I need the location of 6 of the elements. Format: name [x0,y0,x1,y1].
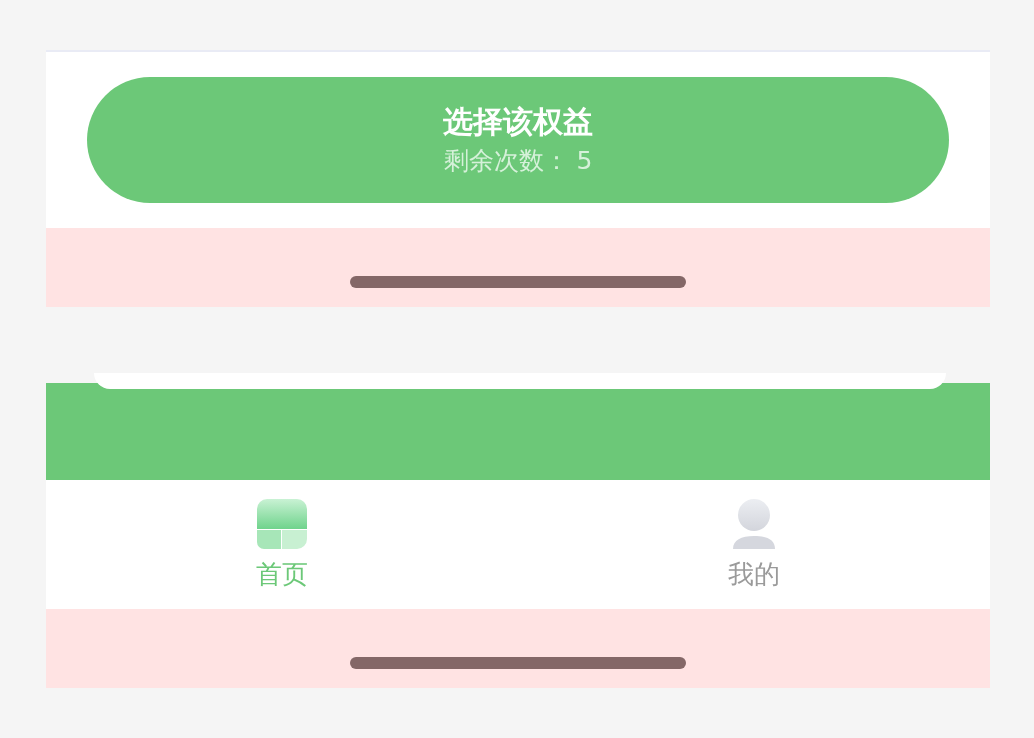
tab[interactable]: 我的 [518,480,990,609]
tab[interactable]: 首页 [46,480,518,609]
grid-icon [257,499,307,549]
select-benefit-button[interactable]: 选择该权益 剩余次数： 5 [87,77,949,203]
button-title: 选择该权益 [443,103,593,141]
remaining-count: 剩余次数： 5 [443,145,593,177]
